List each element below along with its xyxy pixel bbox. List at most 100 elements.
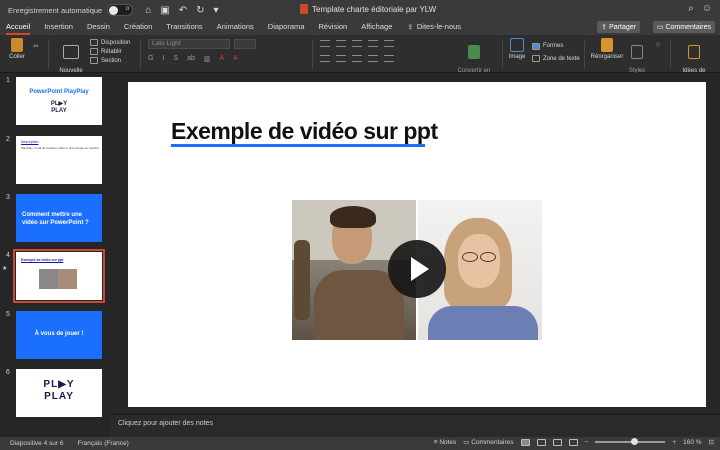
italic-icon[interactable]: I <box>162 55 164 63</box>
align-center-icon[interactable] <box>336 55 346 62</box>
slide-thumbnails-pane: 1 PowerPoint PlayPlay PL▶Y PLAY 2 Descri… <box>0 73 110 437</box>
tab-creation[interactable]: Création <box>124 20 152 35</box>
play-icon[interactable] <box>388 240 446 298</box>
zoom-out-icon[interactable]: − <box>585 439 589 446</box>
slide-thumbnail-1[interactable]: PowerPoint PlayPlay PL▶Y PLAY <box>16 77 102 125</box>
tab-dessin[interactable]: Dessin <box>87 20 110 35</box>
columns-icon[interactable] <box>384 55 394 62</box>
search-icon[interactable]: ⌕ <box>688 3 694 14</box>
highlight-icon[interactable]: ▥ <box>204 55 211 63</box>
language-indicator[interactable]: Français (France) <box>77 440 128 447</box>
arrange-icon <box>601 38 613 52</box>
bullets-icon[interactable] <box>320 40 330 47</box>
clipboard-icon <box>11 38 23 52</box>
lightbulb-icon: ♀ <box>406 22 414 33</box>
layout-button[interactable]: Disposition <box>90 38 130 47</box>
tab-insertion[interactable]: Insertion <box>44 20 73 35</box>
strikethrough-icon[interactable]: ab <box>187 55 195 63</box>
paste-button[interactable]: Coller <box>6 38 28 60</box>
comments-toggle[interactable]: ▭ Commentaires <box>463 438 513 446</box>
cut-copy-icons[interactable]: ✂ <box>30 43 42 50</box>
font-color-icon[interactable]: A <box>220 55 225 63</box>
layout-icon <box>90 39 98 46</box>
tab-animations[interactable]: Animations <box>217 20 254 35</box>
playplay-logo: PL▶Y PLAY <box>43 379 75 402</box>
bold-icon[interactable]: G <box>148 55 153 63</box>
ribbon: Coller ✂ Nouvelle diapositive Dispositio… <box>0 35 720 81</box>
current-slide[interactable]: Exemple de vidéo sur ppt <box>128 82 706 407</box>
slideshow-icon[interactable] <box>568 438 578 446</box>
zoom-slider[interactable] <box>595 438 666 445</box>
tab-transitions[interactable]: Transitions <box>166 20 202 35</box>
slide-thumbnail-3[interactable]: Comment mettre une vidéo sur PowerPoint … <box>16 194 102 242</box>
align-left-icon[interactable] <box>320 55 330 62</box>
video-thumbnail <box>39 269 77 289</box>
autosave-toggle[interactable]: o <box>107 4 134 16</box>
slide-editor: Exemple de vidéo sur ppt <box>110 73 720 414</box>
title-bar: Enregistrement automatique o ⌂ ▣ ↶ ↻ ▾ T… <box>0 0 720 20</box>
numbering-icon[interactable] <box>336 40 346 47</box>
slide-thumbnail-2[interactable]: Description PlayPlay: l'outil de créatio… <box>16 136 102 184</box>
normal-view-icon[interactable] <box>520 438 530 446</box>
text-color-icon[interactable]: A <box>233 55 238 63</box>
zoom-level[interactable]: 160 % <box>683 439 701 446</box>
notes-toggle[interactable]: ≡ Notes <box>434 439 457 446</box>
playplay-logo: PL▶Y PLAY <box>50 101 68 114</box>
reading-view-icon[interactable] <box>552 438 562 446</box>
powerpoint-file-icon <box>300 4 308 14</box>
quick-styles-icon <box>631 45 643 59</box>
tab-accueil[interactable]: Accueil <box>6 20 31 35</box>
tab-diaporama[interactable]: Diaporama <box>268 20 305 35</box>
share-icon: ⇪ <box>601 24 608 31</box>
slide-position: Diapositive 4 sur 6 <box>10 440 64 447</box>
quick-access-toolbar: ⌂ ▣ ↶ ↻ ▾ <box>145 5 218 16</box>
save-icon[interactable]: ▣ <box>160 5 169 16</box>
slide-thumbnail-5[interactable]: À vous de jouer ! <box>16 311 102 359</box>
status-bar: Diapositive 4 sur 6 Français (France) ≡ … <box>0 437 720 450</box>
shapes-button[interactable]: Formes <box>532 38 580 54</box>
redo-icon[interactable]: ↻ <box>196 5 204 16</box>
line-spacing-icon[interactable] <box>384 40 394 47</box>
font-name-dropdown[interactable]: Lato Light <box>148 39 230 49</box>
image-button[interactable]: Image <box>506 38 528 60</box>
image-icon <box>510 38 524 52</box>
slide-thumbnail-6[interactable]: PL▶Y PLAY <box>16 369 102 417</box>
align-right-icon[interactable] <box>352 55 362 62</box>
text-box-button[interactable]: Zone de texte <box>532 54 580 63</box>
smartart-icon <box>468 45 480 59</box>
comment-icon: ▭ <box>656 24 664 31</box>
arrange-button[interactable]: Réorganiser <box>590 38 624 60</box>
comments-button[interactable]: ▭ Commentaires <box>652 21 715 33</box>
tab-affichage[interactable]: Affichage <box>361 20 392 35</box>
user-icon[interactable]: ☺ <box>702 3 712 14</box>
embedded-video[interactable] <box>292 200 542 340</box>
indent-icon[interactable] <box>352 40 362 47</box>
slide-title[interactable]: Exemple de vidéo sur ppt <box>171 118 438 145</box>
justify-icon[interactable] <box>368 55 378 62</box>
tab-tell-me[interactable]: Dites-le-nous <box>417 20 461 35</box>
text-box-icon <box>532 55 540 62</box>
shapes-icon <box>532 42 540 50</box>
slide-sorter-icon[interactable] <box>536 438 546 446</box>
animation-star-icon: ★ <box>2 266 8 272</box>
tab-revision[interactable]: Révision <box>318 20 347 35</box>
fit-to-window-icon[interactable]: ⊡ <box>709 438 714 446</box>
paragraph-group <box>320 39 438 65</box>
section-icon <box>90 57 98 64</box>
font-size-dropdown[interactable] <box>234 39 256 49</box>
underline-icon[interactable]: S <box>173 55 178 63</box>
new-slide-icon <box>63 45 79 59</box>
autosave-label: Enregistrement automatique <box>8 5 103 15</box>
shape-format-icons[interactable]: ◇ <box>650 41 666 48</box>
outdent-icon[interactable] <box>368 40 378 47</box>
zoom-in-icon[interactable]: + <box>672 439 676 446</box>
undo-icon[interactable]: ↶ <box>179 5 187 16</box>
share-button[interactable]: ⇪ Partager <box>597 21 640 33</box>
notes-field[interactable]: Cliquez pour ajouter des notes <box>110 414 720 437</box>
customize-toolbar-icon[interactable]: ▾ <box>214 5 219 16</box>
document-title: Template charte éditoriale par YLW <box>300 4 436 14</box>
reset-button[interactable]: Rétablir <box>90 47 130 56</box>
slide-thumbnail-4[interactable]: Exemple de vidéo sur ppt <box>13 249 105 303</box>
home-icon[interactable]: ⌂ <box>145 5 151 16</box>
section-button[interactable]: Section <box>90 56 130 65</box>
